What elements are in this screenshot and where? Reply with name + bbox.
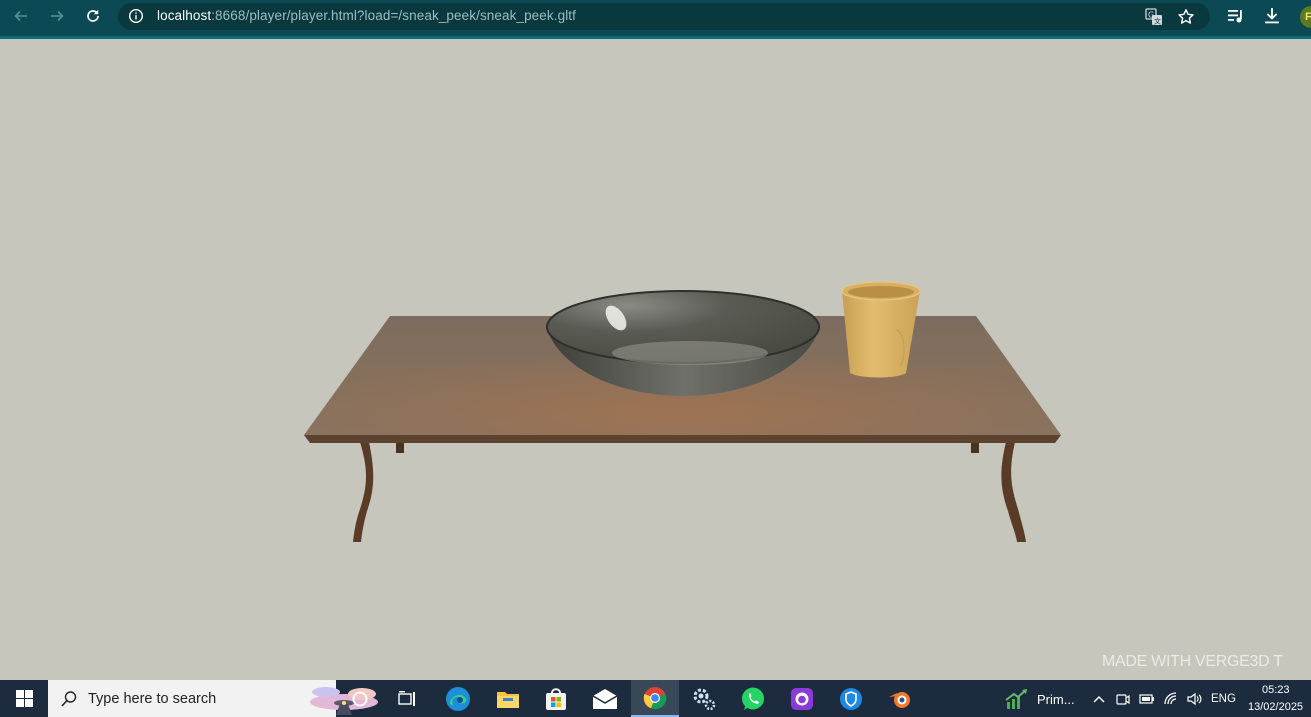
url-text[interactable]: localhost:8668/player/player.html?load=/… <box>157 8 576 23</box>
verge3d-viewport[interactable]: MADE WITH VERGE3D T <box>0 39 1311 680</box>
edge-icon <box>446 686 470 711</box>
taskbar-whatsapp[interactable] <box>729 680 777 717</box>
battery-icon[interactable] <box>1139 691 1155 707</box>
taskbar-microsoft-store[interactable] <box>532 680 580 717</box>
url-path: :8668/player/player.html?load=/sneak_pee… <box>211 8 577 23</box>
clock-date[interactable]: 13/02/2025 <box>1248 701 1303 713</box>
blender-icon <box>889 691 910 708</box>
profile-avatar[interactable]: F <box>1300 6 1311 28</box>
verge3d-watermark[interactable]: MADE WITH VERGE3D T <box>1102 653 1283 671</box>
taskbar-chrome[interactable] <box>631 680 679 717</box>
search-placeholder: Type here to search <box>88 691 217 707</box>
taskbar-file-explorer[interactable] <box>484 680 532 717</box>
taskbar-search-box[interactable]: Type here to search <box>48 680 378 717</box>
store-icon <box>546 687 566 710</box>
clock-time[interactable]: 05:23 <box>1262 684 1290 696</box>
chevron-up-icon[interactable] <box>1091 691 1107 707</box>
whatsapp-icon <box>742 687 764 710</box>
reload-button[interactable] <box>80 4 106 28</box>
browser-toolbar: localhost:8668/player/player.html?load=/… <box>0 0 1311 39</box>
taskbar-app[interactable] <box>827 680 875 717</box>
taskbar-settings[interactable] <box>680 680 728 717</box>
taskbar-mail[interactable] <box>581 680 629 717</box>
task-view-icon <box>398 690 415 706</box>
media-control-icon[interactable] <box>1226 6 1246 26</box>
reload-icon <box>87 10 99 22</box>
tray-app-label[interactable]: Prim... <box>1037 692 1075 707</box>
taskbar-edge[interactable] <box>434 680 482 717</box>
taskbar: Type here to search Prim... ENG 05:23 13… <box>0 680 1311 717</box>
taskbar-task-view[interactable] <box>384 680 432 717</box>
back-icon <box>14 10 27 22</box>
tray-app-button[interactable] <box>993 680 1041 717</box>
address-bar[interactable]: localhost:8668/player/player.html?load=/… <box>118 3 1210 30</box>
app-shield-icon <box>840 687 862 710</box>
scene-canvas[interactable] <box>0 39 1311 680</box>
github-icon <box>791 687 813 710</box>
chart-growth-icon <box>1005 688 1027 709</box>
taskbar-cortana[interactable] <box>336 680 384 717</box>
forward-icon <box>51 10 64 22</box>
site-info-icon[interactable] <box>128 8 144 24</box>
mail-icon <box>592 688 618 709</box>
volume-icon[interactable] <box>1186 691 1202 707</box>
taskbar-github-desktop[interactable] <box>778 680 826 717</box>
taskbar-blender[interactable] <box>876 680 924 717</box>
start-button[interactable] <box>0 680 48 717</box>
forward-button[interactable] <box>44 4 70 28</box>
wifi-icon[interactable] <box>1163 691 1179 707</box>
translate-icon[interactable]: G文 <box>1145 8 1163 26</box>
camera-icon[interactable] <box>1115 691 1131 707</box>
language-indicator[interactable]: ENG <box>1211 693 1236 705</box>
settings-gear-icon <box>693 688 716 710</box>
svg-text:文: 文 <box>1154 17 1161 26</box>
url-host: localhost <box>157 8 212 23</box>
chrome-icon <box>643 686 667 709</box>
back-button[interactable] <box>8 4 34 28</box>
cortana-icon <box>352 691 368 706</box>
windows-logo-icon <box>15 690 33 707</box>
search-icon <box>61 691 77 707</box>
folder-icon <box>497 691 519 708</box>
download-icon[interactable] <box>1262 6 1282 26</box>
bookmark-star-icon[interactable] <box>1177 8 1195 26</box>
